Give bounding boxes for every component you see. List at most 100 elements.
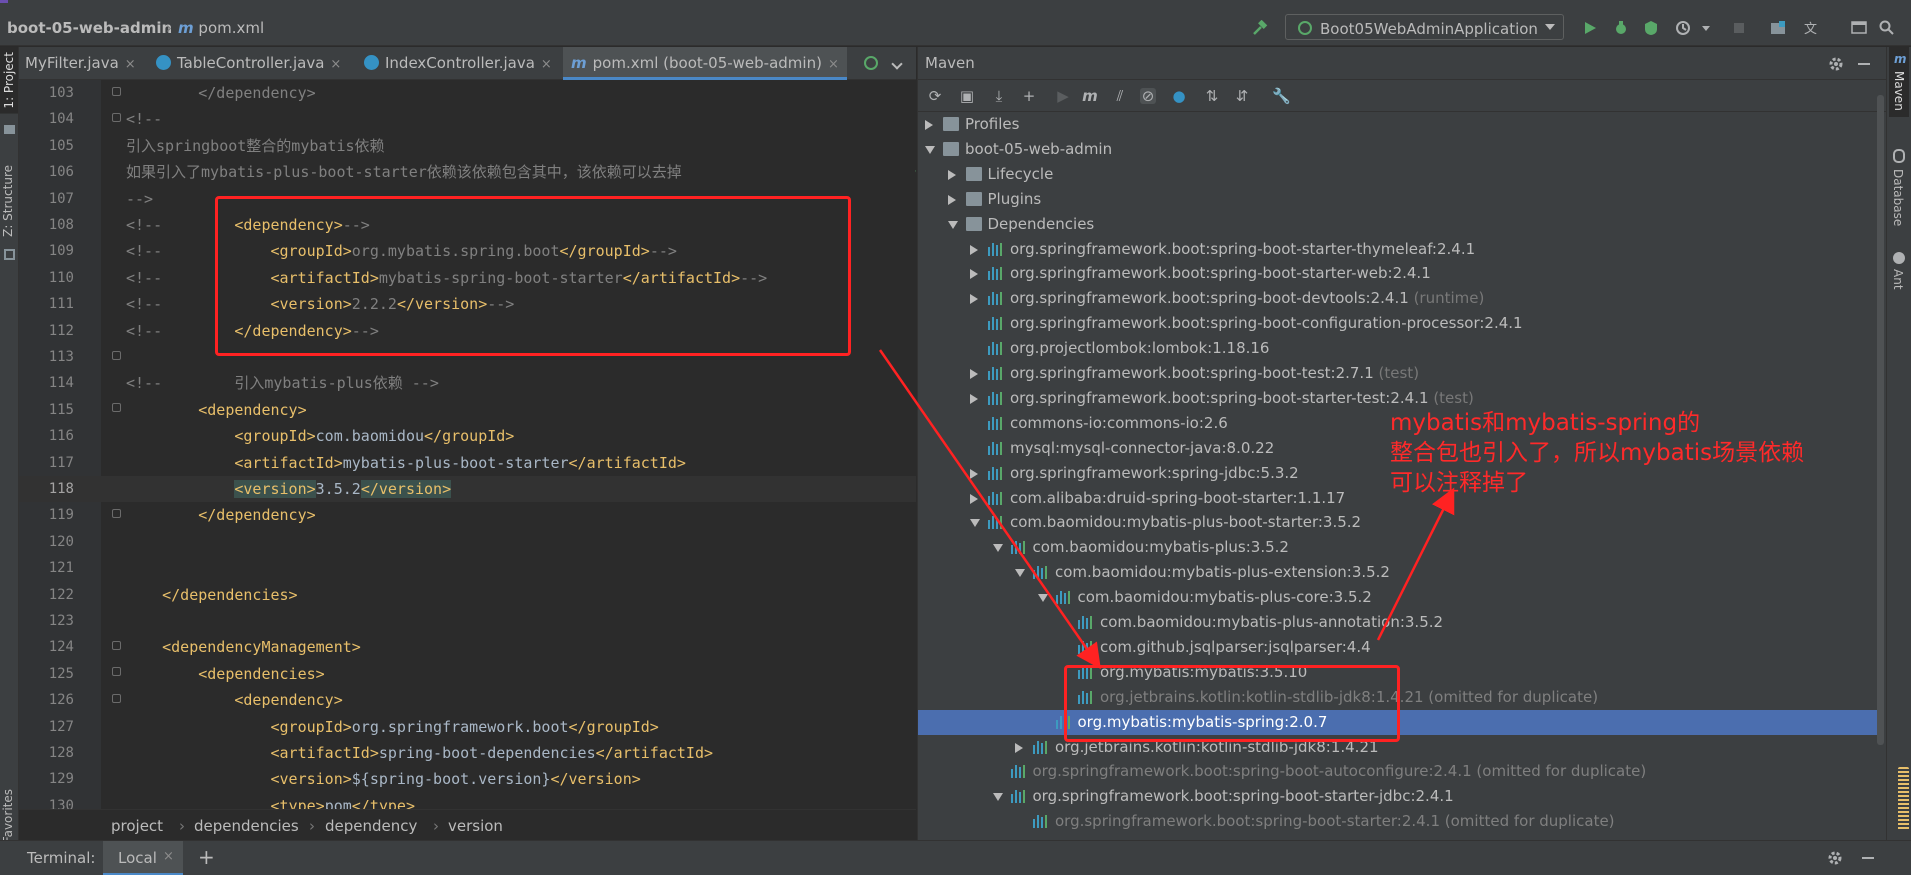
tab-indexcontroller[interactable]: IndexController.java × <box>364 47 552 80</box>
add-maven-project-icon[interactable]: ▣ <box>959 88 975 104</box>
code-line[interactable]: 104 <!-- <box>19 106 916 132</box>
run-icon[interactable] <box>1582 20 1598 36</box>
close-icon[interactable]: × <box>163 849 174 864</box>
tab-myfilter[interactable]: MyFilter.java × <box>25 47 136 80</box>
profiler-icon[interactable] <box>1675 20 1691 36</box>
collapsed-arrow-icon[interactable] <box>970 244 978 255</box>
memory-indicator[interactable] <box>1898 767 1909 831</box>
code-line[interactable]: 127 <groupId>org.springframework.boot</g… <box>19 714 916 740</box>
code-line[interactable]: 109 <!-- <groupId>org.mybatis.spring.boot… <box>19 238 916 264</box>
new-terminal-add-icon[interactable]: + <box>198 845 215 869</box>
project-structure-icon[interactable] <box>1770 20 1786 36</box>
terminal-tab-local[interactable]: Local × <box>103 841 183 875</box>
code-line[interactable]: 116 <groupId>com.baomidou</groupId> <box>19 423 916 449</box>
fold-marker[interactable] <box>112 509 121 518</box>
maven-tree-item[interactable]: Plugins <box>918 187 1881 212</box>
code-line[interactable]: 103 </dependency> <box>19 80 916 106</box>
code-line[interactable]: 111 <!-- <version>2.2.2</version>--> <box>19 291 916 317</box>
tab-tablecontroller[interactable]: TableController.java × <box>156 47 341 80</box>
tool-window-project[interactable]: 1: Project <box>0 47 18 114</box>
collapsed-arrow-icon[interactable] <box>970 468 978 479</box>
collapse-all-icon[interactable]: ⇵ <box>1234 88 1250 104</box>
maven-tree-item[interactable]: com.baomidou:mybatis-plus-annotation:3.5… <box>918 610 1881 635</box>
collapsed-arrow-icon[interactable] <box>1015 742 1023 753</box>
maven-tree-item[interactable]: Lifecycle <box>918 162 1881 187</box>
code-line[interactable]: 113 <box>19 344 916 370</box>
expanded-arrow-icon[interactable] <box>970 519 980 528</box>
maven-tree-item[interactable]: org.mybatis:mybatis:3.5.10 <box>918 660 1881 685</box>
maven-tree-item[interactable]: org.springframework.boot:spring-boot-sta… <box>918 237 1881 262</box>
code-line[interactable]: 120 <box>19 529 916 555</box>
terminal-label[interactable]: Terminal: <box>27 849 95 867</box>
code-line[interactable]: 119 </dependency> <box>19 502 916 528</box>
code-line[interactable]: 125 <dependencies> <box>19 661 916 687</box>
maven-tree-item[interactable]: org.springframework.boot:spring-boot-aut… <box>918 759 1881 784</box>
wrench-icon[interactable]: 🔧 <box>1272 88 1291 104</box>
nav-file[interactable]: m pom.xml <box>178 19 264 37</box>
code-line[interactable]: 128 <artifactId>spring-boot-dependencies… <box>19 740 916 766</box>
code-line[interactable]: 121 <box>19 555 916 581</box>
maven-tree-item[interactable]: com.baomidou:mybatis-plus-extension:3.5.… <box>918 560 1881 585</box>
fold-marker[interactable] <box>112 87 121 96</box>
maven-tree-item[interactable]: com.baomidou:mybatis-plus:3.5.2 <box>918 535 1881 560</box>
chevron-down-icon[interactable] <box>891 58 903 70</box>
maven-tree-item[interactable]: Profiles <box>918 112 1881 137</box>
code-editor[interactable]: 103 </dependency> 104 <!-- 105 引入springboot整… <box>19 80 916 809</box>
maven-tree-item[interactable]: org.springframework.boot:spring-boot-sta… <box>918 809 1881 834</box>
fold-marker[interactable] <box>112 667 121 676</box>
close-icon[interactable]: × <box>828 57 839 72</box>
collapsed-arrow-icon[interactable] <box>970 294 978 305</box>
breadcrumb-project[interactable]: project <box>111 817 163 835</box>
collapsed-arrow-icon[interactable] <box>970 393 978 404</box>
code-line[interactable]: 115 <dependency> <box>19 397 916 423</box>
fold-marker[interactable] <box>112 113 121 122</box>
gear-icon[interactable] <box>1827 850 1843 866</box>
code-line[interactable]: 117 <artifactId>mybatis-plus-boot-starte… <box>19 450 916 476</box>
fold-marker[interactable] <box>112 641 121 650</box>
collapsed-arrow-icon[interactable] <box>970 369 978 379</box>
maven-scrollbar[interactable] <box>1877 95 1884 745</box>
code-line[interactable]: 118 <version>3.5.2</version> <box>19 476 916 503</box>
code-line[interactable]: 123 <box>19 608 916 634</box>
close-icon[interactable]: × <box>125 57 136 72</box>
code-line[interactable]: 122 </dependencies> <box>19 582 916 608</box>
maven-tree-item[interactable]: org.springframework.boot:spring-boot-sta… <box>918 261 1881 286</box>
breadcrumb-version[interactable]: version <box>448 817 503 835</box>
collapsed-arrow-icon[interactable] <box>925 120 933 130</box>
expanded-arrow-icon[interactable] <box>1015 569 1025 578</box>
tab-pom-xml[interactable]: m pom.xml (boot-05-web-admin) × <box>563 47 847 80</box>
code-line[interactable]: 108 <!-- <dependency>--> <box>19 212 916 238</box>
reload-icon[interactable]: ⟳ <box>927 88 943 104</box>
run-configuration-select[interactable]: Boot05WebAdminApplication <box>1285 14 1564 40</box>
stop-icon[interactable] <box>1731 20 1747 36</box>
tool-window-structure[interactable]: Z: Structure <box>1 165 15 237</box>
maven-tree-item[interactable]: org.jetbrains.kotlin:kotlin-stdlib-jdk8:… <box>918 685 1881 710</box>
maven-tree-item[interactable]: org.projectlombok:lombok:1.18.16 <box>918 336 1881 361</box>
toggle-offline-icon[interactable]: ⫽ <box>1112 88 1128 104</box>
collapsed-arrow-icon[interactable] <box>970 493 978 504</box>
build-hammer-icon[interactable] <box>1252 20 1268 36</box>
maven-tree-item[interactable]: org.mybatis:mybatis-spring:2.0.7 <box>918 709 1881 735</box>
coverage-icon[interactable] <box>1643 20 1659 36</box>
code-line[interactable]: 130 <type>pom</type> <box>19 793 916 809</box>
expanded-arrow-icon[interactable] <box>1037 594 1048 603</box>
download-icon[interactable]: ⤓ <box>991 88 1007 104</box>
maven-tree-item[interactable]: Dependencies <box>918 212 1881 237</box>
maven-tree-item[interactable]: org.springframework.boot:spring-boot-dev… <box>918 286 1881 311</box>
tool-window-ant[interactable]: Ant <box>1891 269 1905 290</box>
code-line[interactable]: 112 <!-- </dependency>--> <box>19 318 916 344</box>
maven-tree-item[interactable]: org.springframework.boot:spring-boot-tes… <box>918 361 1881 386</box>
show-dependencies-icon[interactable]: ● <box>1171 88 1187 104</box>
nav-project[interactable]: boot-05-web-admin <box>7 19 172 37</box>
run-icon[interactable]: ▶ <box>1055 88 1071 104</box>
breadcrumb-dependency[interactable]: dependency <box>325 817 417 835</box>
code-line[interactable]: 107 --> <box>19 186 916 212</box>
expand-all-icon[interactable]: ⇅ <box>1204 88 1220 104</box>
execute-goal-icon[interactable]: m <box>1082 88 1098 104</box>
expanded-arrow-icon[interactable] <box>992 793 1003 802</box>
skip-tests-icon[interactable]: ⊘ <box>1140 88 1156 104</box>
close-icon[interactable]: × <box>541 57 552 72</box>
code-line[interactable]: 129 <version>${spring-boot.version}</ver… <box>19 766 916 792</box>
minimize-icon[interactable] <box>1862 857 1874 859</box>
maven-tree-item[interactable]: org.springframework.boot:spring-boot-sta… <box>918 784 1881 809</box>
